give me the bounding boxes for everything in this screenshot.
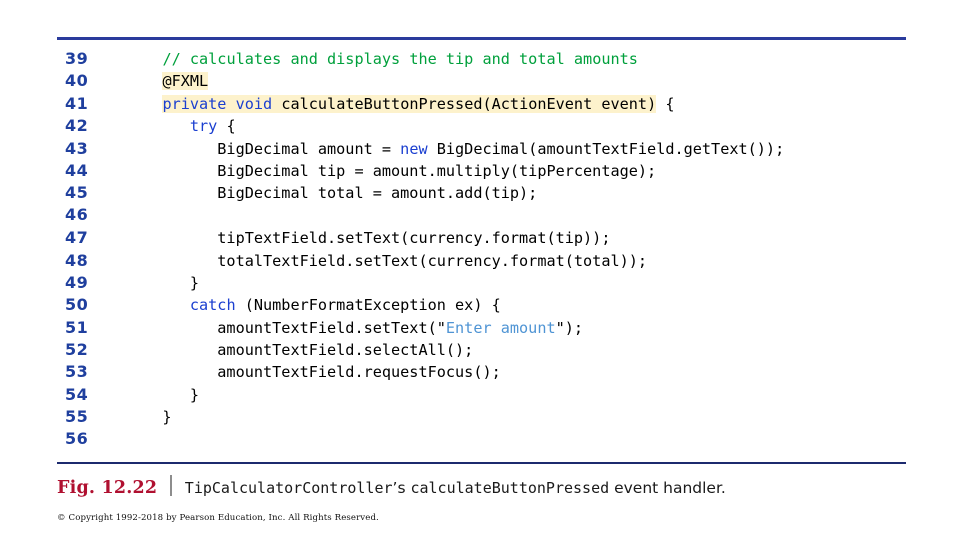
code-token-highlighted: void: [235, 94, 273, 113]
code-line: 39 // calculates and displays the tip an…: [57, 48, 917, 70]
line-number: 42: [65, 116, 89, 136]
caption-class-name: TipCalculatorController: [184, 479, 393, 497]
line-number: 39: [65, 49, 89, 68]
line-number: 44: [65, 160, 89, 180]
caption-separator: [170, 475, 172, 496]
code-token: BigDecimal amount =: [135, 139, 401, 158]
line-number: 47: [65, 228, 89, 248]
code-line-text: catch (NumberFormatException ex) {: [135, 294, 917, 316]
code-line-text: }: [135, 406, 917, 428]
line-number: 55: [65, 407, 89, 427]
code-line: 44 BigDecimal tip = amount.multiply(tipP…: [57, 160, 917, 182]
bottom-divider-rule: [57, 462, 906, 464]
code-token: // calculates and displays the tip and t…: [162, 50, 638, 68]
line-number: 50: [65, 295, 89, 315]
line-number: 45: [65, 183, 89, 203]
code-line-text: totalTextField.setText(currency.format(t…: [135, 250, 917, 272]
code-token: catch: [189, 296, 236, 315]
code-token: tipTextField.setText(currency.format(tip…: [135, 229, 611, 248]
code-line: 48 totalTextField.setText(currency.forma…: [57, 250, 917, 272]
line-number: 56: [65, 428, 89, 448]
code-token-highlighted: @FXML: [162, 72, 209, 91]
code-line: 40 @FXML: [57, 70, 917, 92]
code-token-highlighted: [226, 94, 236, 113]
figure-label: Fig. 12.22: [57, 478, 158, 498]
code-line-text: try {: [135, 115, 917, 137]
code-token: amountTextField.requestFocus();: [135, 363, 501, 382]
copyright-notice: © Copyright 1992-2018 by Pearson Educati…: [57, 513, 379, 523]
code-token: {: [656, 94, 675, 113]
line-number: 48: [65, 250, 89, 270]
code-line-text: BigDecimal tip = amount.multiply(tipPerc…: [135, 160, 917, 182]
code-token: (NumberFormatException ex) {: [235, 296, 501, 315]
code-line: 55 }: [57, 406, 917, 428]
line-number: 54: [65, 384, 89, 404]
caption-tail-text: event handler.: [609, 479, 726, 497]
code-line: 47 tipTextField.setText(currency.format(…: [57, 227, 917, 249]
line-number: 43: [65, 138, 89, 158]
code-token: amountTextField.setText(": [135, 318, 446, 337]
code-line: 43 BigDecimal amount = new BigDecimal(am…: [57, 138, 917, 160]
code-token: }: [135, 385, 200, 404]
code-line: 49 }: [57, 272, 917, 294]
code-line: 53 amountTextField.requestFocus();: [57, 361, 917, 383]
code-line: 50 catch (NumberFormatException ex) {: [57, 294, 917, 316]
code-token: new: [400, 139, 428, 158]
line-number: 41: [65, 93, 89, 113]
code-line: 42 try {: [57, 115, 917, 137]
code-line: 54 }: [57, 384, 917, 406]
line-number: 46: [65, 204, 89, 224]
code-token: }: [135, 273, 200, 292]
code-line-text: }: [135, 272, 917, 294]
code-line-text: tipTextField.setText(currency.format(tip…: [135, 227, 917, 249]
code-token: }: [135, 408, 172, 427]
code-line-text: // calculates and displays the tip and t…: [135, 48, 917, 70]
code-token: amountTextField.selectAll();: [135, 341, 474, 360]
code-line-text: private void calculateButtonPressed(Acti…: [135, 93, 917, 115]
code-line-text: @FXML: [135, 70, 917, 92]
code-token-highlighted: private: [162, 94, 227, 113]
line-number: 53: [65, 362, 89, 382]
code-line-text: BigDecimal total = amount.add(tip);: [135, 182, 917, 204]
caption-method-name: calculateButtonPressed: [410, 479, 610, 497]
code-line-text: }: [135, 384, 917, 406]
code-token-highlighted: calculateButtonPressed(ActionEvent event…: [272, 94, 657, 113]
line-number: 51: [65, 317, 89, 337]
caption-possessive: ’s: [392, 479, 411, 497]
code-token: try: [189, 117, 218, 136]
line-number: 40: [65, 71, 89, 91]
code-line: 56: [57, 429, 917, 451]
code-line: 41 private void calculateButtonPressed(A…: [57, 93, 917, 115]
figure-caption: Fig. 12.22 TipCalculatorController’s cal…: [57, 472, 726, 498]
code-token: totalTextField.setText(currency.format(t…: [135, 251, 648, 270]
code-line-text: amountTextField.requestFocus();: [135, 361, 917, 383]
code-token: ");: [555, 318, 584, 337]
top-divider-rule: [57, 37, 906, 40]
code-token: BigDecimal tip = amount.multiply(tipPerc…: [135, 161, 657, 180]
slide-canvas: 39 // calculates and displays the tip an…: [0, 0, 960, 540]
code-line-text: amountTextField.selectAll();: [135, 339, 917, 361]
code-line: 45 BigDecimal total = amount.add(tip);: [57, 182, 917, 204]
code-line: 46: [57, 205, 917, 227]
line-number: 52: [65, 340, 89, 360]
code-line: 52 amountTextField.selectAll();: [57, 339, 917, 361]
code-token: Enter amount: [445, 318, 556, 337]
line-number: 49: [65, 272, 89, 292]
code-line: 51 amountTextField.setText("Enter amount…: [57, 317, 917, 339]
code-line-text: amountTextField.setText("Enter amount");: [135, 317, 917, 339]
code-listing: 39 // calculates and displays the tip an…: [57, 48, 917, 451]
code-token: BigDecimal total = amount.add(tip);: [135, 184, 538, 203]
code-token: {: [217, 117, 236, 136]
code-token: BigDecimal(amountTextField.getText());: [427, 139, 785, 158]
code-line-text: BigDecimal amount = new BigDecimal(amoun…: [135, 138, 917, 160]
